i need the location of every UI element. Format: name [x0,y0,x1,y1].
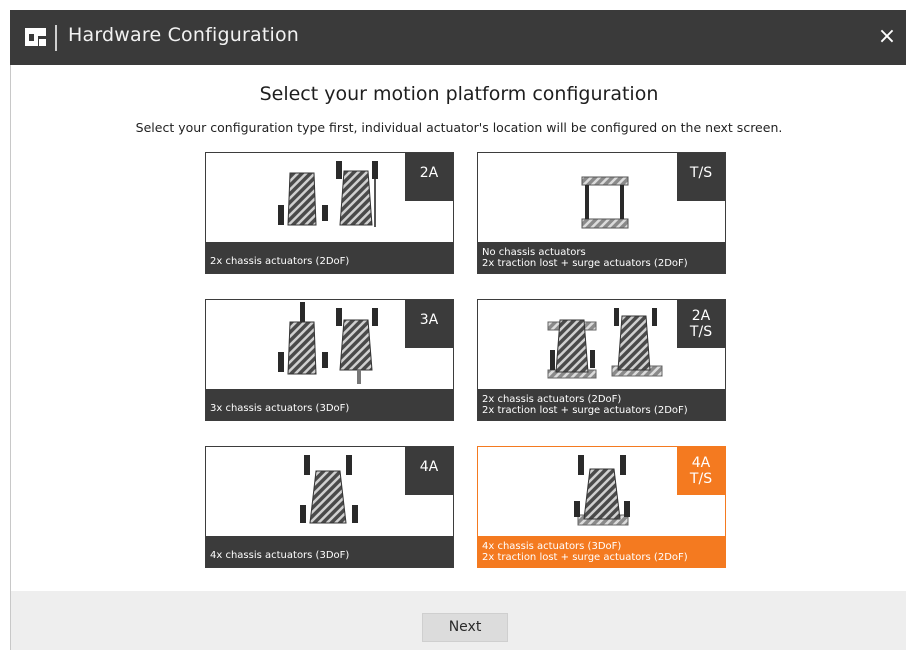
option-card-3a[interactable]: 3A 3x chassis actuators (3DoF) [205,299,454,421]
badge-2a: 2A [405,153,453,201]
option-caption: No chassis actuators 2x traction lost + … [478,242,725,273]
main-content: Select your motion platform configuratio… [10,65,906,591]
footer-bar: Next [10,591,906,650]
option-card-4a[interactable]: 4A 4x chassis actuators (3DoF) [205,446,454,568]
caption-line: 2x traction lost + surge actuators (2DoF… [482,257,688,269]
badge-4a-ts: 4A T/S [677,447,725,495]
option-caption: 4x chassis actuators (3DoF) 2x traction … [478,536,725,567]
option-caption: 2x chassis actuators (2DoF) [206,242,453,273]
badge-2a-ts: 2A T/S [677,300,725,348]
caption-line: 3x chassis actuators (3DoF) [210,403,350,414]
badge-4a: 4A [405,447,453,495]
badge-line: 4A [419,459,439,475]
window-title: Hardware Configuration [68,24,300,46]
option-caption: 4x chassis actuators (3DoF) [206,536,453,567]
caption-line: 2x traction lost + surge actuators (2DoF… [482,404,688,416]
close-button[interactable]: × [874,23,900,51]
title-separator [55,25,57,51]
caption-line: 4x chassis actuators (3DoF) [482,540,622,552]
caption-line: 2x chassis actuators (2DoF) [210,256,350,267]
badge-line: T/S [689,324,713,340]
badge-line: T/S [689,165,713,181]
option-card-2a-ts[interactable]: 2A T/S 2x chassis actuators (2DoF) 2x tr… [477,299,726,421]
badge-line: 4A [691,455,711,471]
caption-line: No chassis actuators [482,246,586,258]
caption-line: 4x chassis actuators (3DoF) [210,550,350,561]
caption-line: 2x chassis actuators (2DoF) [482,393,622,405]
option-caption: 2x chassis actuators (2DoF) 2x traction … [478,389,725,420]
badge-3a: 3A [405,300,453,348]
title-bar: Hardware Configuration × [10,10,906,65]
app-logo-icon [25,28,46,46]
page-subheading: Select your configuration type first, in… [135,120,783,135]
badge-line: 2A [419,165,439,181]
caption-line: 2x traction lost + surge actuators (2DoF… [482,551,688,563]
next-button[interactable]: Next [422,613,508,642]
page-heading: Select your motion platform configuratio… [259,83,659,105]
option-card-4a-ts[interactable]: 4A T/S 4x chassis actuators (3DoF) 2x tr… [477,446,726,568]
badge-line: 3A [419,312,439,328]
badge-ts: T/S [677,153,725,201]
option-caption: 3x chassis actuators (3DoF) [206,389,453,420]
badge-line: 2A [691,308,711,324]
option-card-2a[interactable]: 2A 2x chassis actuators (2DoF) [205,152,454,274]
option-card-ts[interactable]: T/S No chassis actuators 2x traction los… [477,152,726,274]
badge-line: T/S [689,471,713,487]
